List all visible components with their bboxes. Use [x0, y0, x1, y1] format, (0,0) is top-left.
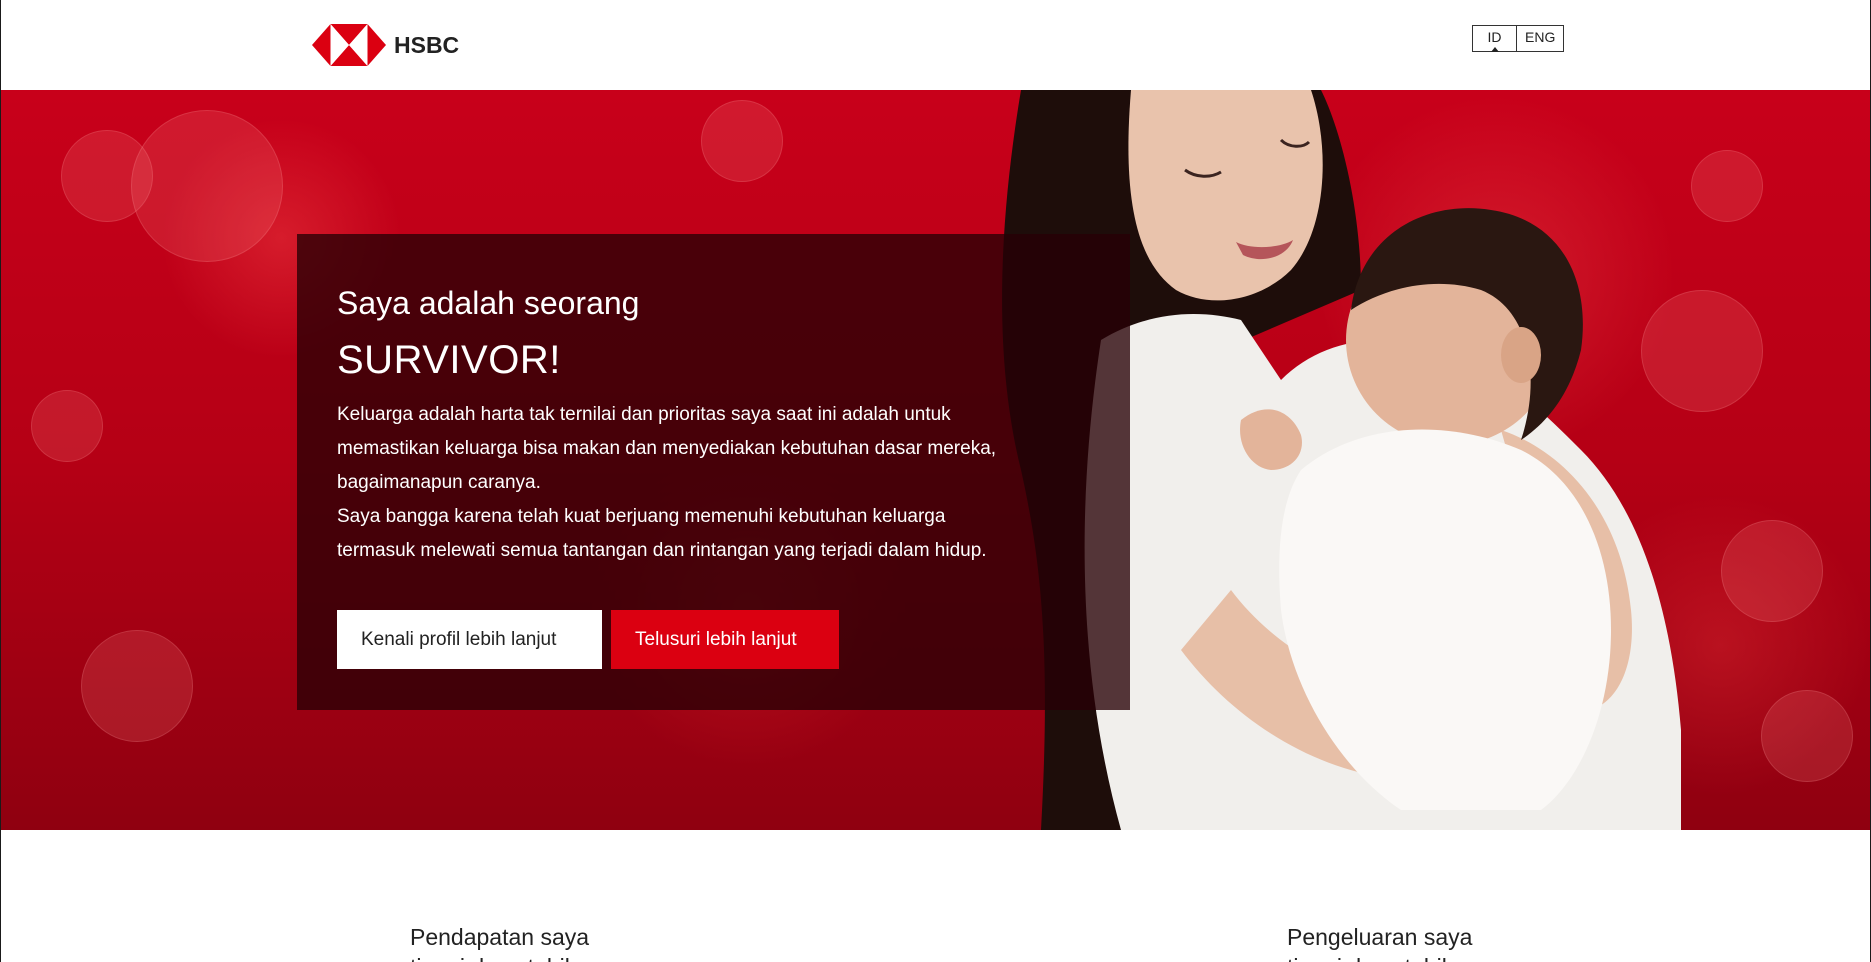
hero-description-line: bagaimanapun caranya. [337, 472, 541, 493]
hero-banner: Saya adalah seorang SURVIVOR! Keluarga a… [1, 90, 1870, 830]
expense-section-subtitle: tinggi dan stabil [1287, 952, 1472, 962]
lang-option-id[interactable]: ID [1473, 26, 1517, 51]
language-switch: ID ENG [1472, 25, 1565, 52]
explore-more-button[interactable]: Telusuri lebih lanjut [611, 610, 839, 669]
learn-profile-button[interactable]: Kenali profil lebih lanjut [337, 610, 602, 669]
hero-description-line: memastikan keluarga bisa makan dan menye… [337, 438, 997, 459]
hero-actions: Kenali profil lebih lanjut Telusuri lebi… [337, 610, 839, 669]
lang-option-eng[interactable]: ENG [1517, 26, 1564, 51]
hero-subtitle: Saya adalah seorang [337, 285, 640, 321]
hero-card: Saya adalah seorang SURVIVOR! Keluarga a… [297, 234, 1130, 710]
brand-name: HSBC [394, 31, 460, 58]
profile-sections: Pendapatan saya tinggi dan stabil Pengel… [1, 830, 1870, 962]
bokeh-decoration [701, 100, 783, 182]
bokeh-decoration [1761, 690, 1853, 782]
expense-section-title: Pengeluaran saya [1287, 924, 1473, 950]
hero-description-line: Saya bangga karena telah kuat berjuang m… [337, 506, 946, 527]
bokeh-decoration [81, 630, 193, 742]
site-header: HSBC ID ENG [1, 0, 1870, 90]
income-section-title: Pendapatan saya [410, 924, 590, 950]
hero-description-line: termasuk melewati semua tantangan dan ri… [337, 540, 987, 561]
hero-description: Keluarga adalah harta tak ternilai dan p… [337, 398, 1090, 568]
hsbc-hexagon-icon [312, 24, 386, 66]
bokeh-decoration [1691, 150, 1763, 222]
expense-section: Pengeluaran saya tinggi dan stabil [1287, 922, 1472, 962]
income-section: Pendapatan saya tinggi dan stabil [410, 922, 589, 962]
hsbc-logo[interactable]: HSBC [312, 24, 459, 66]
bokeh-decoration [1721, 520, 1823, 622]
hero-title: SURVIVOR! [337, 338, 561, 382]
income-section-subtitle: tinggi dan stabil [410, 952, 589, 962]
bokeh-decoration [131, 110, 283, 262]
bokeh-decoration [31, 390, 103, 462]
page: HSBC ID ENG Saya adalah seorang SURVIVOR… [0, 0, 1871, 962]
hero-description-line: Keluarga adalah harta tak ternilai dan p… [337, 404, 951, 425]
